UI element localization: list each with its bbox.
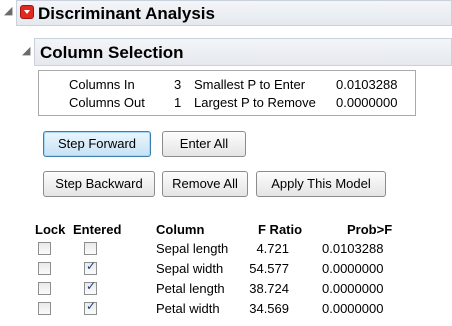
section-title: Column Selection: [40, 43, 184, 62]
prob-value: 0.0103288: [322, 241, 384, 256]
f-ratio-value: 34.569: [249, 301, 289, 316]
prob-header: Prob>F: [347, 222, 393, 237]
lock-checkbox[interactable]: [38, 262, 51, 275]
enter-all-button[interactable]: Enter All: [162, 131, 246, 157]
lock-checkbox[interactable]: [38, 242, 51, 255]
disclosure-icon[interactable]: ◢: [22, 46, 30, 57]
step-forward-button[interactable]: Step Forward: [43, 131, 151, 157]
column-name: Petal length: [156, 281, 225, 296]
check-mark-icon: ✓: [86, 279, 97, 293]
columns-out-label: Columns Out: [69, 95, 145, 110]
lock-header: Lock: [35, 222, 66, 237]
entered-checkbox[interactable]: [84, 242, 97, 255]
f-ratio-value: 38.724: [249, 281, 289, 296]
lock-checkbox[interactable]: [38, 302, 51, 315]
smallest-p-label: Smallest P to Enter: [194, 77, 306, 92]
largest-p-value: 0.0000000: [336, 95, 398, 110]
largest-p-label: Largest P to Remove: [194, 95, 316, 110]
report-title: Discriminant Analysis: [38, 4, 215, 23]
entered-checkbox[interactable]: ✓: [84, 299, 97, 315]
disclosure-icon[interactable]: ◢: [4, 6, 12, 17]
column-name: Sepal width: [156, 261, 224, 276]
entered-header: Entered: [73, 222, 122, 237]
entered-checkbox[interactable]: ✓: [84, 279, 97, 295]
step-backward-button[interactable]: Step Backward: [43, 171, 155, 197]
f-ratio-header: F Ratio: [258, 222, 303, 237]
column-name: Sepal length: [156, 241, 229, 256]
column-name: Petal width: [156, 301, 220, 316]
summary-box: Columns In 3 Smallest P to Enter 0.01032…: [38, 70, 416, 116]
check-mark-icon: ✓: [86, 259, 97, 273]
columns-in-value: 3: [174, 77, 182, 92]
f-ratio-value: 54.577: [249, 261, 289, 276]
columns-out-value: 1: [174, 95, 182, 110]
remove-all-button[interactable]: Remove All: [162, 171, 248, 197]
columns-in-label: Columns In: [69, 77, 135, 92]
entered-checkbox[interactable]: ✓: [84, 259, 97, 275]
apply-model-button[interactable]: Apply This Model: [256, 171, 386, 197]
column-header: Column: [156, 222, 205, 237]
prob-value: 0.0000000: [322, 261, 384, 276]
check-mark-icon: ✓: [86, 299, 97, 313]
prob-value: 0.0000000: [322, 281, 384, 296]
prob-value: 0.0000000: [322, 301, 384, 316]
smallest-p-value: 0.0103288: [336, 77, 398, 92]
red-triangle-menu-icon[interactable]: [20, 5, 34, 19]
f-ratio-value: 4.721: [256, 241, 289, 256]
lock-checkbox[interactable]: [38, 282, 51, 295]
